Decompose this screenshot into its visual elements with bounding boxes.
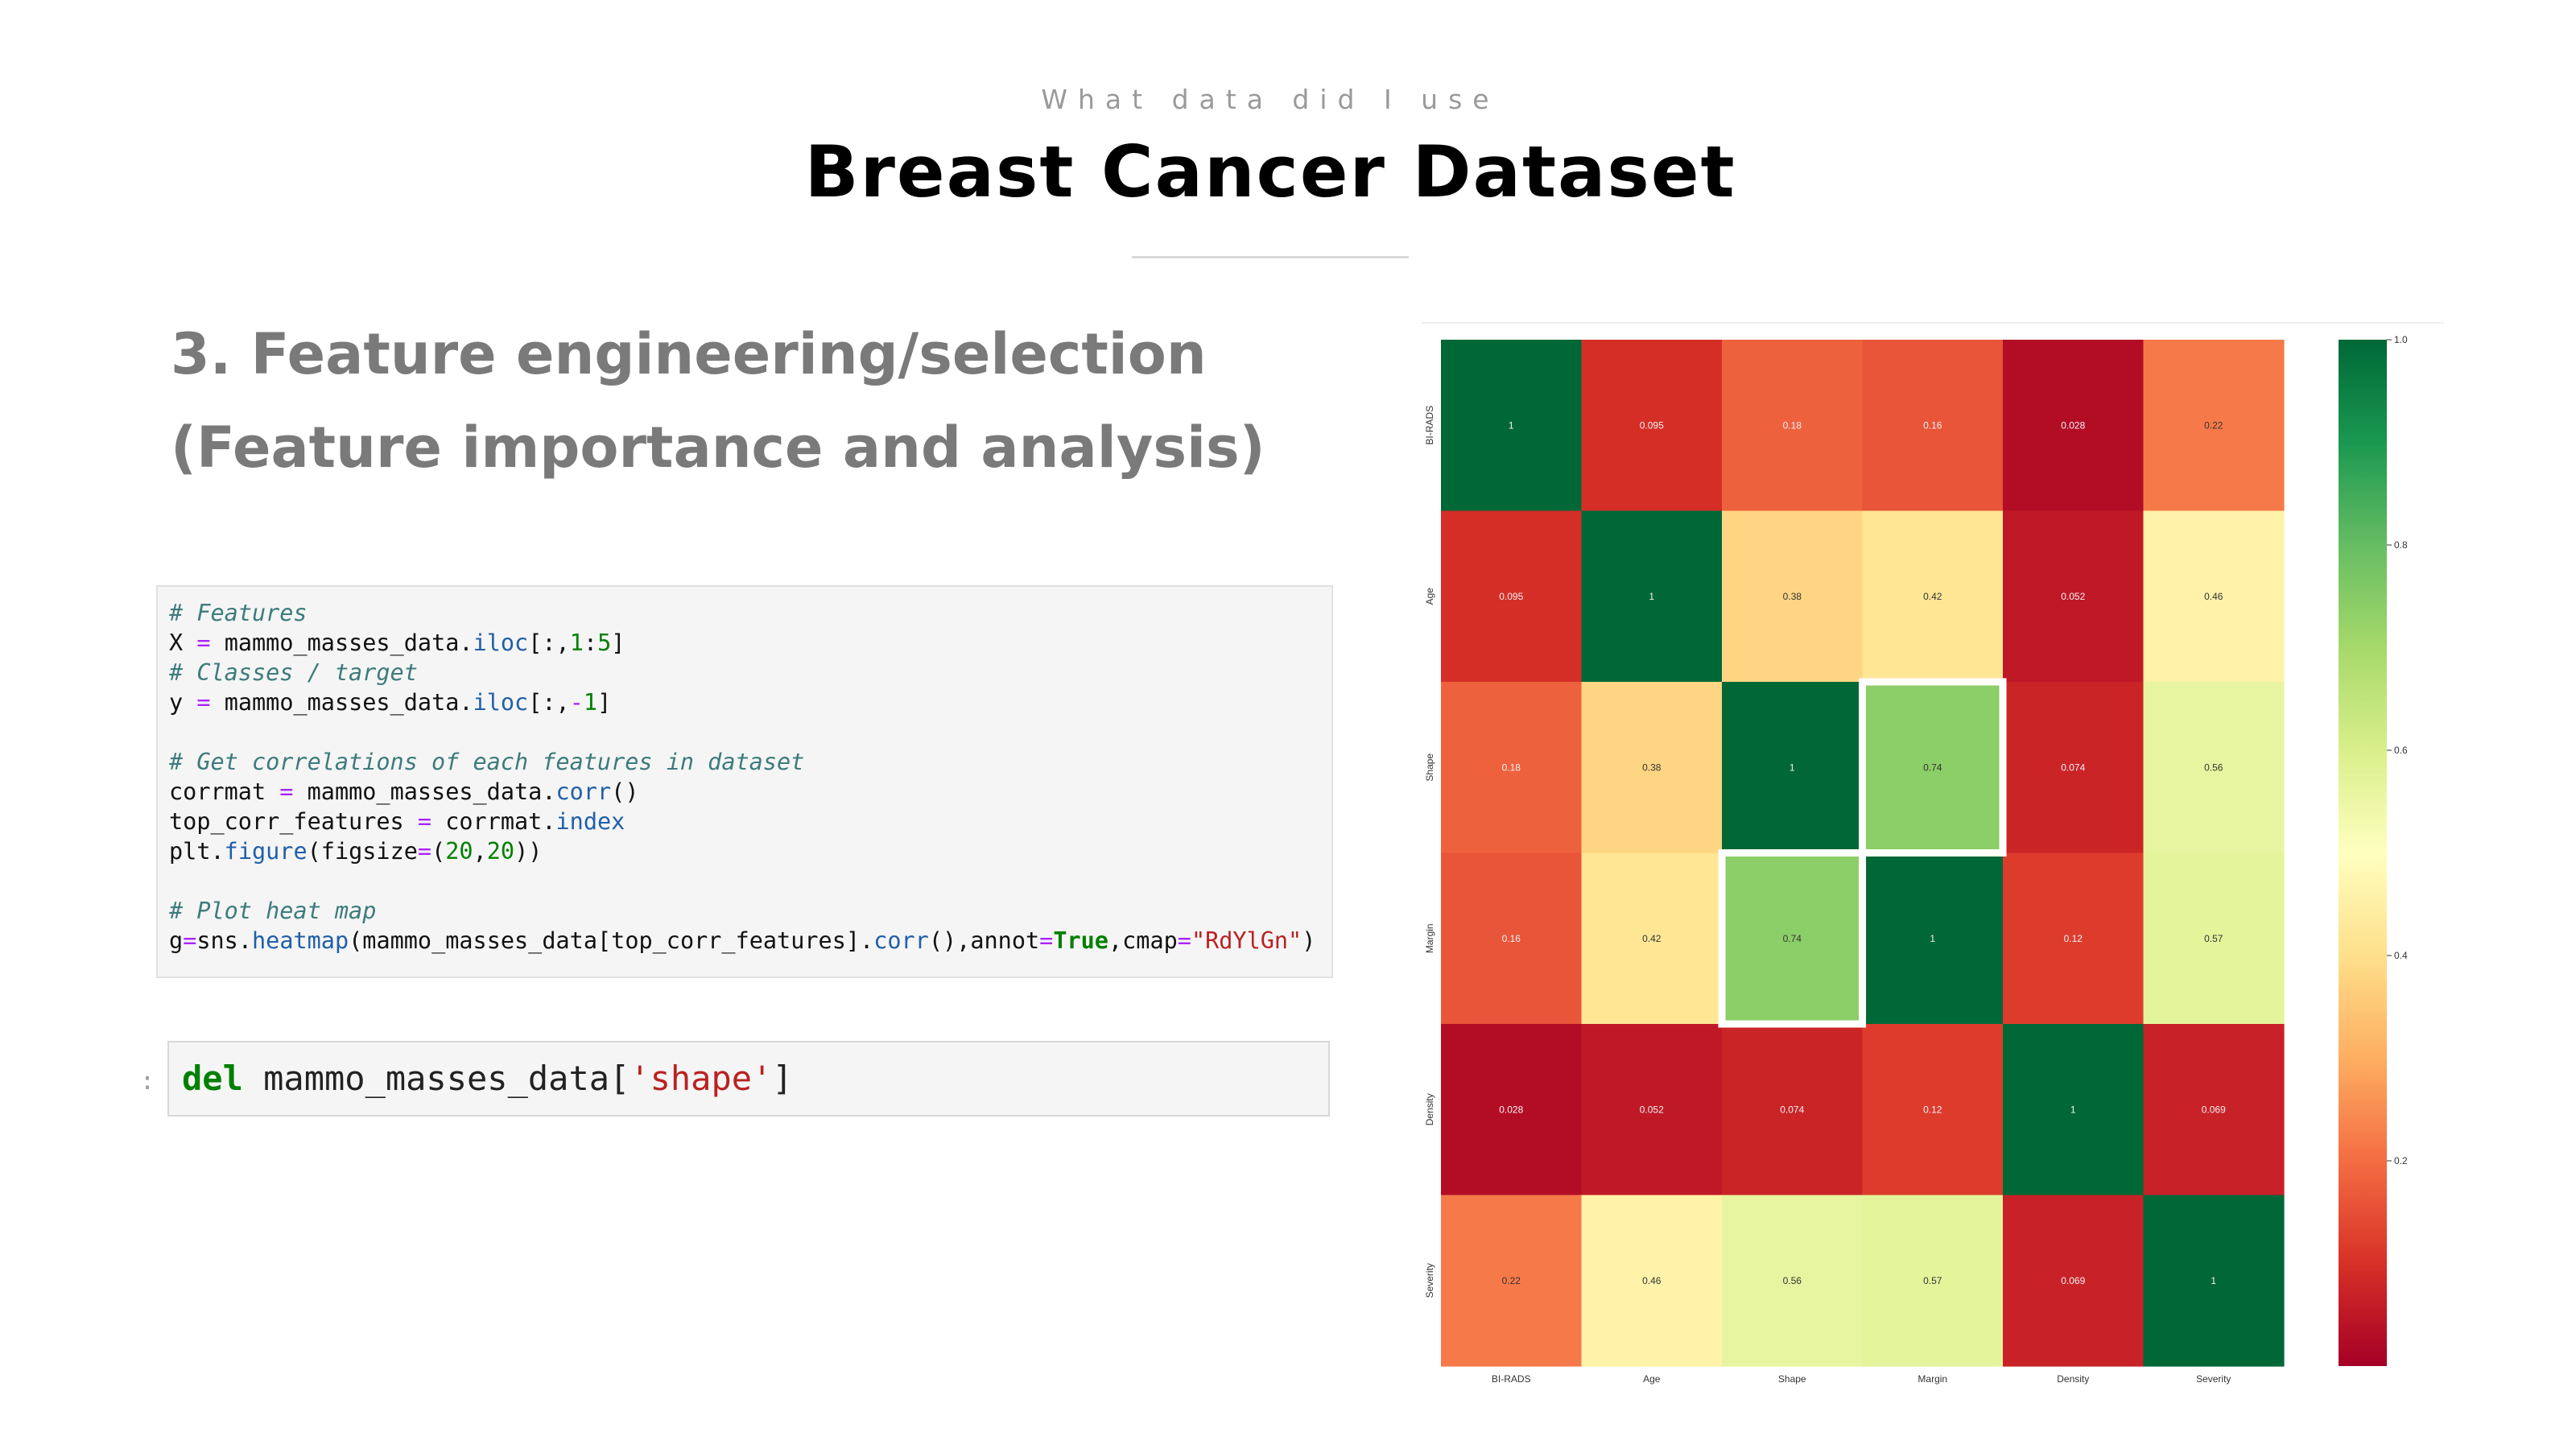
y-tick-label: Margin (1424, 923, 1435, 953)
heatmap-cell-label: 0.074 (1780, 1104, 1804, 1115)
heatmap-cell-label: 0.12 (1923, 1104, 1942, 1115)
code-line: plt.figure(figsize=(20,20)) (169, 836, 1320, 866)
colorbar-tick-label: 1.0 (2394, 334, 2408, 345)
code-line: corrmat = mammo_masses_data.corr() (169, 777, 1320, 807)
y-tick-label: Shape (1424, 753, 1435, 782)
code-line: top_corr_features = corrmat.index (169, 807, 1320, 836)
x-tick-label: Age (1643, 1373, 1661, 1385)
heatmap-cell-label: 0.42 (1923, 591, 1942, 602)
heatmap-cell-label: 1 (1930, 933, 1935, 944)
heatmap-cell-label: 0.028 (2061, 419, 2085, 431)
code-text: X = mammo_masses_data.iloc[:,1:5] (169, 630, 625, 656)
code-comment: # Get correlations of each features in d… (169, 749, 805, 775)
heatmap-cell-label: 0.16 (1923, 419, 1942, 431)
section-heading-line-2: (Feature importance and analysis) (171, 415, 1265, 481)
x-tick-label: Margin (1918, 1373, 1947, 1385)
heatmap-cell-label: 1 (1649, 591, 1654, 602)
code-comment: # Features (169, 600, 308, 626)
code-text: plt.figure(figsize=(20,20)) (169, 838, 543, 865)
colorbar-tick-label: 0.8 (2394, 539, 2408, 551)
heatmap-cell-label: 0.57 (2204, 933, 2223, 944)
heatmap-cell-label: 0.095 (1640, 419, 1664, 431)
heatmap-cell-label: 0.12 (2064, 933, 2083, 944)
heatmap-cell-label: 0.38 (1783, 591, 1802, 602)
code-text: g=sns.heatmap(mammo_masses_data[top_corr… (169, 927, 1316, 954)
code-comment: # Classes / target (169, 659, 418, 686)
y-tick-label: Density (1424, 1093, 1435, 1125)
code-line: X = mammo_masses_data.iloc[:,1:5] (169, 628, 1320, 658)
code-cell-del: del mammo_masses_data['shape'] (167, 1041, 1330, 1117)
heatmap-cell-label: 0.028 (1499, 1104, 1523, 1115)
heatmap-cell-label: 0.074 (2061, 762, 2085, 773)
colorbar-tick-label: 0.4 (2394, 950, 2408, 961)
code-text: corrmat = mammo_masses_data.corr() (169, 778, 639, 805)
heatmap-cell-label: 0.57 (1923, 1275, 1942, 1286)
heatmap-cell-label: 0.16 (1502, 933, 1521, 944)
title-divider (1132, 256, 1409, 258)
heatmap-cell-label: 0.46 (1642, 1275, 1662, 1286)
y-tick-label: Age (1424, 588, 1435, 605)
heatmap-cell-label: 0.052 (2061, 591, 2085, 602)
code-line: # Get correlations of each features in d… (169, 747, 1320, 777)
section-heading: 3. Feature engineering/selection (Featur… (171, 308, 1378, 494)
colorbar-tick-label: 0.6 (2394, 745, 2408, 756)
section-heading-line-1: 3. Feature engineering/selection (171, 321, 1207, 387)
x-tick-label: Density (2057, 1373, 2089, 1385)
heatmap-cell-label: 1 (2070, 1104, 2076, 1115)
heatmap-cell-label: 0.74 (1923, 762, 1942, 773)
y-tick-label: Severity (1424, 1263, 1435, 1298)
code-string: 'shape' (630, 1059, 773, 1098)
heatmap-cell-label: 0.46 (2204, 591, 2223, 602)
heatmap-cell-label: 0.18 (1502, 762, 1521, 773)
code-line: # Features (169, 598, 1320, 628)
y-tick-label: BI-RADS (1424, 406, 1435, 445)
code-comment: # Plot heat map (169, 898, 377, 924)
heatmap-cell-label: 0.56 (2204, 762, 2223, 773)
heatmap-cell-label: 0.56 (1783, 1275, 1802, 1286)
code-text: y = mammo_masses_data.iloc[:,-1] (169, 689, 612, 716)
heatmap-cell-label: 0.74 (1783, 933, 1802, 944)
heatmap-cell-label: 1 (2211, 1275, 2216, 1286)
x-tick-label: Shape (1778, 1373, 1806, 1385)
slide-title: Breast Cancer Dataset (804, 130, 1736, 213)
correlation-heatmap: 1 0.095 0.18 0.16 0.028 0.22 0.095 1 0.38 0.42 0.0… (1424, 334, 2408, 1385)
code-text: top_corr_features = corrmat.index (169, 808, 625, 835)
heatmap-cell-label: 0.18 (1783, 419, 1802, 431)
code-line: g=sns.heatmap(mammo_masses_data[top_corr… (169, 926, 1320, 956)
colorbar-tick-label: 0.2 (2394, 1155, 2408, 1166)
code-text: mammo_masses_data[ (242, 1059, 630, 1098)
heatmap-cell-label: 0.42 (1642, 933, 1662, 944)
code-text: ] (772, 1059, 793, 1098)
code-line: # Classes / target (169, 658, 1320, 687)
heatmap-cell-label: 1 (1509, 419, 1514, 431)
heatmap-cell-label: 0.38 (1642, 762, 1662, 773)
colorbar (2339, 340, 2387, 1366)
heatmap-cell-label: 1 (1790, 762, 1795, 773)
code-line: y = mammo_masses_data.iloc[:,-1] (169, 687, 1320, 717)
heatmap-cell-label: 0.069 (2061, 1275, 2085, 1286)
heatmap-cell-label: 0.22 (1502, 1275, 1521, 1286)
code-keyword: del (182, 1059, 243, 1098)
x-tick-label: BI-RADS (1492, 1373, 1531, 1385)
heatmap-cell-label: 0.22 (2204, 419, 2223, 431)
slide-eyebrow: What data did I use (1041, 84, 1500, 115)
heatmap-cell-label: 0.052 (1640, 1104, 1664, 1115)
x-tick-label: Severity (2196, 1373, 2231, 1385)
code-cell-correlation: # Features X = mammo_masses_data.iloc[:,… (156, 585, 1333, 978)
code-line: # Plot heat map (169, 896, 1320, 926)
cell-prompt: : (140, 1067, 155, 1096)
heatmap-cell-label: 0.069 (2202, 1104, 2226, 1115)
heatmap-cell-label: 0.095 (1499, 591, 1523, 602)
